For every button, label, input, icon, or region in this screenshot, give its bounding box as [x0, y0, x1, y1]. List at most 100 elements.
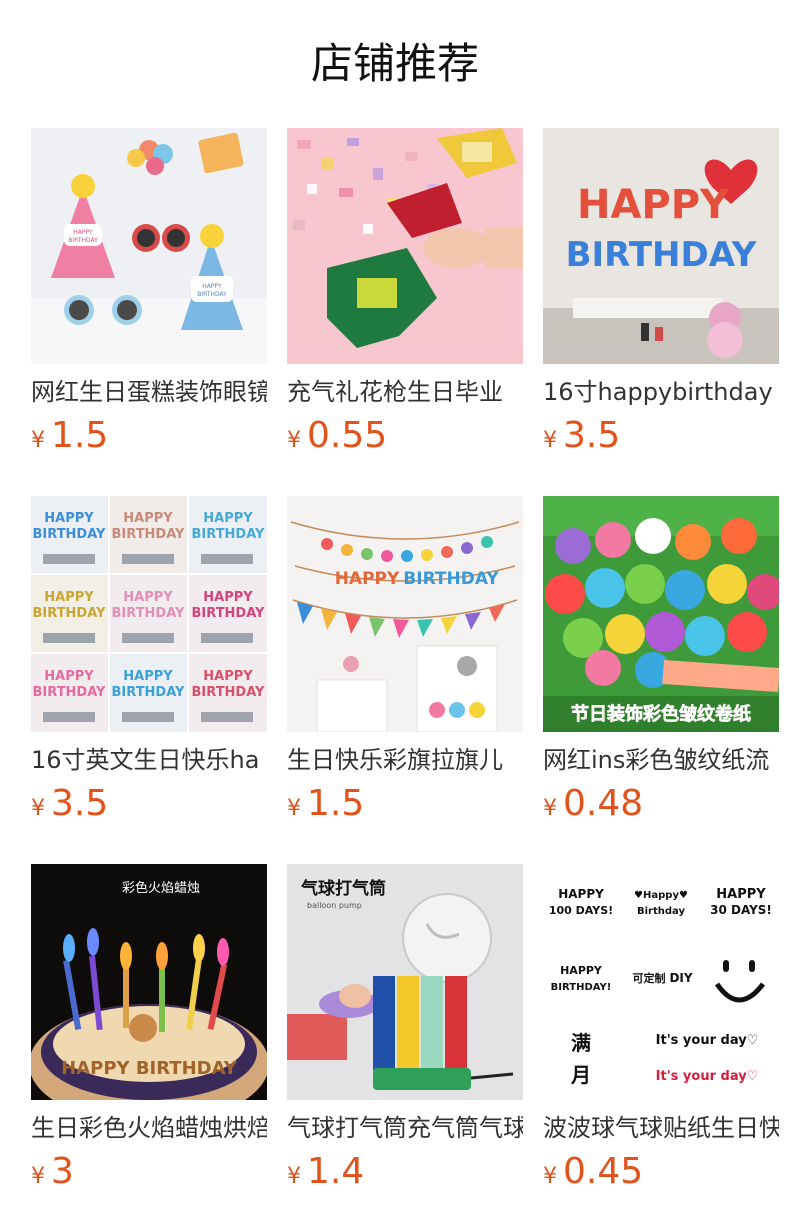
svg-text:HAPPY: HAPPY [44, 590, 94, 605]
product-image[interactable]: 节日装饰彩色皱纹卷纸 [543, 496, 779, 732]
image-text: 节日装饰彩色皱纹卷纸 [571, 703, 751, 725]
svg-text:HAPPY: HAPPY [203, 511, 253, 526]
product-price: ¥0.45 [543, 1150, 779, 1194]
product-name[interactable]: 波波球气球贴纸生日快 [543, 1112, 779, 1144]
currency-symbol: ¥ [543, 1164, 557, 1189]
image-text: HAPPY [577, 182, 730, 228]
product-card[interactable]: HAPPY BIRTHDAY HAPPY BIRTHDAY HAPPY BIRTHDA… [31, 496, 267, 828]
product-card[interactable]: 充气礼花枪生日毕业 ¥0.55 [287, 128, 523, 460]
image-text: BIRTHDAY [566, 235, 757, 275]
image-text: 100 DAYS! [549, 904, 613, 917]
image-text: 30 DAYS! [710, 903, 772, 917]
price-value: 1.5 [51, 415, 109, 456]
image-text: BIRTHDAY [68, 237, 98, 244]
product-image[interactable]: HAPPY BIRTHDAY [287, 496, 523, 732]
image-text: 可定制 [633, 971, 666, 985]
image-text: HAPPY [560, 964, 603, 977]
confetti-gun-image [287, 128, 523, 364]
svg-text:BIRTHDAY: BIRTHDAY [192, 606, 266, 621]
product-name[interactable]: 生日彩色火焰蜡烛烘焙 [31, 1112, 267, 1144]
image-text: Birthday [637, 906, 685, 917]
image-text: DIY [669, 971, 692, 985]
product-card[interactable]: 气球打气筒 balloon pump 气球打气筒充气筒气球 ¥1.4 [287, 864, 523, 1196]
product-price: ¥3 [31, 1150, 267, 1194]
currency-symbol: ¥ [287, 1164, 301, 1189]
image-text: BIRTHDAY [403, 569, 499, 589]
product-name[interactable]: 16寸happybirthday [543, 376, 779, 408]
product-price: ¥1.5 [31, 414, 267, 458]
product-image[interactable]: HAPPY BIRTHDAY [543, 128, 779, 364]
image-text: BIRTHDAY [197, 291, 227, 298]
price-value: 3 [51, 1151, 74, 1192]
svg-text:BIRTHDAY: BIRTHDAY [33, 606, 107, 621]
svg-text:HAPPY: HAPPY [123, 511, 173, 526]
product-card[interactable]: HAPPY BIRTHDAY 生日快乐彩旗拉旗儿 ¥1.5 [287, 496, 523, 828]
product-image[interactable] [287, 128, 523, 364]
svg-text:BIRTHDAY: BIRTHDAY [192, 685, 266, 700]
price-value: 3.5 [563, 415, 621, 456]
image-text: HAPPY [335, 569, 400, 589]
color-variants-grid-image: HAPPYBIRTHDAY HAPPYBIRTHDAY HAPPYBIRTHDA… [31, 496, 267, 732]
product-price: ¥0.55 [287, 414, 523, 458]
image-text: BIRTHDAY [33, 527, 107, 542]
image-text: It's your day♡ [656, 1069, 759, 1084]
foil-letter-balloons-image: HAPPY BIRTHDAY [543, 128, 779, 364]
crepe-paper-rolls-image: 节日装饰彩色皱纹卷纸 [543, 496, 779, 732]
price-value: 3.5 [51, 783, 109, 824]
bunting-banner-image: HAPPY BIRTHDAY [287, 496, 523, 732]
image-text: HAPPY [716, 887, 766, 902]
svg-text:HAPPY: HAPPY [203, 669, 253, 684]
product-card[interactable]: 节日装饰彩色皱纹卷纸 网红ins彩色皱纹纸流 ¥0.48 [543, 496, 779, 828]
product-name[interactable]: 16寸英文生日快乐ha [31, 744, 267, 776]
svg-text:HAPPY: HAPPY [123, 669, 173, 684]
product-price: ¥1.4 [287, 1150, 523, 1194]
product-image[interactable]: 彩色火焰蜡烛 HAPPY BIRTHDAY [31, 864, 267, 1100]
image-text: HAPPY [558, 887, 604, 901]
product-price: ¥1.5 [287, 782, 523, 826]
currency-symbol: ¥ [287, 796, 301, 821]
price-value: 0.48 [563, 783, 644, 824]
product-image[interactable]: HAPPY 100 DAYS! ♥Happy♥ Birthday HAPPY 3… [543, 864, 779, 1100]
colored-flame-candles-image: 彩色火焰蜡烛 HAPPY BIRTHDAY [31, 864, 267, 1100]
party-hat-glasses-image: HAPPY BIRTHDAY HAPPY BIRTHDAY [31, 128, 267, 364]
product-card[interactable]: HAPPY BIRTHDAY 16寸happybirthday ¥3.5 [543, 128, 779, 460]
image-text: HAPPY [202, 283, 222, 290]
image-text: 气球打气筒 [300, 878, 386, 899]
svg-text:BIRTHDAY: BIRTHDAY [112, 685, 186, 700]
product-name[interactable]: 生日快乐彩旗拉旗儿 [287, 744, 523, 776]
currency-symbol: ¥ [31, 428, 45, 453]
image-text: ♥Happy♥ [634, 890, 688, 901]
currency-symbol: ¥ [543, 428, 557, 453]
currency-symbol: ¥ [31, 796, 45, 821]
image-text: HAPPY [44, 511, 94, 526]
image-text: HAPPY BIRTHDAY [61, 1058, 238, 1079]
balloon-stickers-image: HAPPY 100 DAYS! ♥Happy♥ Birthday HAPPY 3… [543, 864, 779, 1100]
product-price: ¥3.5 [31, 782, 267, 826]
product-image[interactable]: HAPPY BIRTHDAY HAPPY BIRTHDAY HAPPY BIRTHDA… [31, 496, 267, 732]
product-name[interactable]: 充气礼花枪生日毕业 [287, 376, 523, 408]
product-card[interactable]: 彩色火焰蜡烛 HAPPY BIRTHDAY 生日彩色火焰蜡烛烘焙 ¥ 3 [31, 864, 267, 1196]
price-value: 0.55 [307, 415, 388, 456]
image-text: HAPPY [73, 229, 93, 236]
svg-text:BIRTHDAY: BIRTHDAY [192, 527, 266, 542]
currency-symbol: ¥ [543, 796, 557, 821]
image-text: BIRTHDAY! [551, 982, 612, 993]
product-price: ¥0.48 [543, 782, 779, 826]
page-title: 店铺推荐 [310, 39, 479, 88]
image-text: It's your day♡ [656, 1033, 759, 1048]
product-card[interactable]: HAPPY BIRTHDAY HAPPY BIRTHDAY 网红生日蛋糕装饰眼镜… [31, 128, 267, 460]
svg-text:HAPPY: HAPPY [203, 590, 253, 605]
image-text: 月 [570, 1063, 591, 1087]
product-image[interactable]: 气球打气筒 balloon pump [287, 864, 523, 1100]
price-value: 1.5 [307, 783, 365, 824]
svg-text:BIRTHDAY: BIRTHDAY [112, 527, 186, 542]
product-card[interactable]: HAPPY 100 DAYS! ♥Happy♥ Birthday HAPPY 3… [543, 864, 779, 1196]
currency-symbol: ¥ [31, 1164, 45, 1189]
product-name[interactable]: 网红生日蛋糕装饰眼镜 [31, 376, 267, 408]
product-name[interactable]: 网红ins彩色皱纹纸流 [543, 744, 779, 776]
image-text: balloon pump [307, 901, 362, 910]
svg-text:BIRTHDAY: BIRTHDAY [112, 606, 186, 621]
product-name[interactable]: 气球打气筒充气筒气球 [287, 1112, 523, 1144]
product-price: ¥3.5 [543, 414, 779, 458]
product-image[interactable]: HAPPY BIRTHDAY HAPPY BIRTHDAY [31, 128, 267, 364]
